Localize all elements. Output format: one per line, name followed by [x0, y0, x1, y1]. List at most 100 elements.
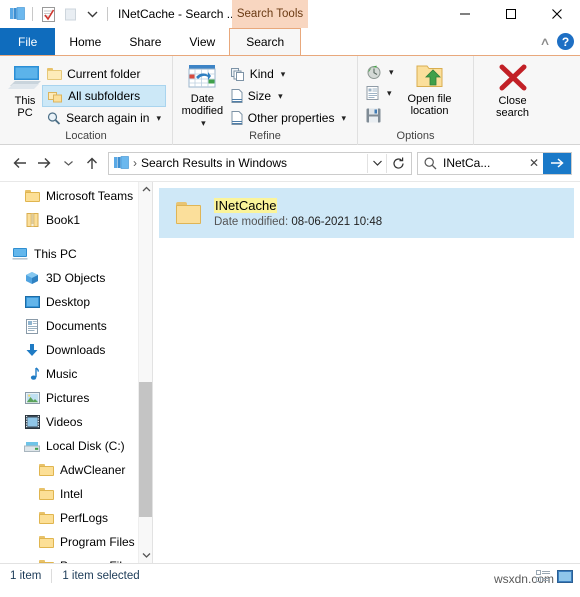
- tree-item-videos[interactable]: Videos: [0, 410, 152, 434]
- scroll-up-button[interactable]: [139, 182, 152, 197]
- address-dropdown-button[interactable]: [368, 159, 386, 167]
- search-go-button[interactable]: [543, 152, 571, 174]
- up-button[interactable]: [80, 151, 104, 175]
- size-button[interactable]: Size ▾: [226, 85, 351, 107]
- status-selection: 1 item selected: [62, 569, 140, 582]
- chevron-down-icon[interactable]: ▾: [281, 69, 286, 80]
- this-pc-icon: [12, 247, 28, 261]
- tree-item-label: Downloads: [46, 343, 106, 357]
- desktop-icon: [24, 295, 40, 309]
- tree-item-label: PerfLogs: [60, 511, 109, 525]
- scrollbar-thumb[interactable]: [139, 382, 152, 517]
- tree-item-book1[interactable]: Book1: [0, 208, 152, 232]
- breadcrumb-path: Search Results in Windows: [141, 156, 288, 170]
- search-again-icon: [47, 111, 61, 125]
- large-icons-view-icon[interactable]: [556, 567, 574, 585]
- tree-item-desktop[interactable]: Desktop: [0, 290, 152, 314]
- tree-item-local-disk-c[interactable]: Local Disk (C:): [0, 434, 152, 458]
- advanced-options-button[interactable]: ▾: [364, 83, 396, 104]
- search-box[interactable]: INetCa... ✕: [417, 151, 572, 175]
- tree-item-label: Program Files: [60, 535, 135, 549]
- search-input[interactable]: INetCa...: [443, 156, 525, 170]
- breadcrumb-separator[interactable]: ›: [133, 156, 137, 170]
- chevron-down-icon[interactable]: [81, 3, 103, 25]
- tab-search[interactable]: Search: [229, 28, 302, 55]
- tree-item-program-files[interactable]: Program Files: [0, 530, 152, 554]
- this-pc-label: This PC: [14, 95, 36, 119]
- navigation-scrollbar[interactable]: [138, 182, 152, 563]
- address-bar: › Search Results in Windows INetCa... ✕: [0, 145, 580, 181]
- tree-item-perflogs[interactable]: PerfLogs: [0, 506, 152, 530]
- main-area: Microsoft Teams Book1 This PC 3D Objects…: [0, 181, 580, 563]
- kind-button[interactable]: Kind ▾: [226, 63, 351, 85]
- chevron-down-icon[interactable]: ▾: [201, 118, 206, 128]
- tab-file[interactable]: File: [0, 28, 56, 55]
- tab-share[interactable]: Share: [115, 28, 175, 55]
- tab-view[interactable]: View: [175, 28, 229, 55]
- view-buttons: [534, 567, 574, 585]
- tree-item-downloads[interactable]: Downloads: [0, 338, 152, 362]
- breadcrumb[interactable]: › Search Results in Windows: [114, 156, 367, 170]
- collapse-ribbon-button[interactable]: ∧: [539, 35, 550, 48]
- scroll-down-button[interactable]: [139, 548, 152, 563]
- chevron-down-icon[interactable]: ▾: [341, 113, 346, 124]
- close-button[interactable]: [534, 0, 580, 28]
- result-meta-value: 08-06-2021 10:48: [291, 216, 383, 228]
- location-group-label: Location: [65, 130, 107, 142]
- file-explorer-window: INetCache - Search ... Search Tools File…: [0, 0, 580, 597]
- save-search-button[interactable]: [364, 104, 396, 126]
- this-pc-button[interactable]: This PC: [8, 61, 42, 119]
- tree-item-label: AdwCleaner: [60, 463, 126, 477]
- clear-search-icon[interactable]: ✕: [525, 156, 543, 170]
- help-button[interactable]: ?: [557, 33, 574, 50]
- tree-item-documents[interactable]: Documents: [0, 314, 152, 338]
- all-subfolders-label: All subfolders: [68, 89, 141, 103]
- 3d-objects-icon: [24, 271, 40, 285]
- tab-home[interactable]: Home: [55, 28, 115, 55]
- other-properties-button[interactable]: Other properties ▾: [226, 107, 351, 129]
- tree-item-adwcleaner[interactable]: AdwCleaner: [0, 458, 152, 482]
- new-folder-icon[interactable]: [59, 3, 81, 25]
- details-view-icon[interactable]: [534, 567, 552, 585]
- recent-searches-button[interactable]: ▾: [364, 62, 396, 83]
- open-file-location-button[interactable]: Open file location: [398, 61, 462, 117]
- minimize-button[interactable]: [442, 0, 488, 28]
- date-modified-button[interactable]: Date modified ▾: [179, 61, 226, 129]
- folder-icon: [176, 202, 202, 224]
- refresh-button[interactable]: [387, 152, 409, 175]
- all-subfolders-button[interactable]: All subfolders: [42, 85, 166, 107]
- chevron-down-icon[interactable]: ▾: [389, 67, 394, 78]
- calendar-icon: [188, 64, 216, 90]
- ribbon-group-options: ▾ ▾ Open file location Options: [357, 56, 473, 145]
- file-list[interactable]: INetCache Date modified: 08-06-2021 10:4…: [153, 182, 580, 563]
- tree-item-this-pc[interactable]: This PC: [0, 242, 152, 266]
- size-label: Size: [247, 89, 272, 103]
- chevron-down-icon[interactable]: ▾: [278, 91, 283, 102]
- tree-item-3d-objects[interactable]: 3D Objects: [0, 266, 152, 290]
- tree-item-label: Music: [46, 367, 78, 381]
- documents-icon: [24, 318, 40, 334]
- list-item[interactable]: INetCache Date modified: 08-06-2021 10:4…: [159, 188, 574, 238]
- chevron-down-icon[interactable]: ▾: [387, 88, 392, 99]
- folder-icon: [38, 488, 54, 500]
- close-search-label: Close search: [495, 95, 530, 119]
- maximize-button[interactable]: [488, 0, 534, 28]
- forward-button[interactable]: [32, 151, 56, 175]
- tree-item-music[interactable]: Music: [0, 362, 152, 386]
- search-again-in-button[interactable]: Search again in ▾: [42, 107, 166, 129]
- chevron-down-icon[interactable]: ▾: [156, 113, 161, 124]
- current-folder-button[interactable]: Current folder: [42, 63, 166, 85]
- tree-item-label: Videos: [46, 415, 83, 429]
- properties-icon[interactable]: [37, 3, 59, 25]
- tree-item-program-files-x86[interactable]: Program Files (: [0, 554, 152, 563]
- tree-item-microsoft-teams[interactable]: Microsoft Teams: [0, 184, 152, 208]
- ribbon: This PC Current folder All subfolders Se…: [0, 55, 580, 145]
- tree-item-intel[interactable]: Intel: [0, 482, 152, 506]
- tree-item-pictures[interactable]: Pictures: [0, 386, 152, 410]
- caption-buttons: [442, 0, 580, 28]
- close-search-button[interactable]: Close search: [481, 61, 545, 119]
- back-button[interactable]: [8, 151, 32, 175]
- recent-locations-button[interactable]: [56, 151, 80, 175]
- library-icon[interactable]: [6, 3, 28, 25]
- address-field[interactable]: › Search Results in Windows: [108, 151, 412, 175]
